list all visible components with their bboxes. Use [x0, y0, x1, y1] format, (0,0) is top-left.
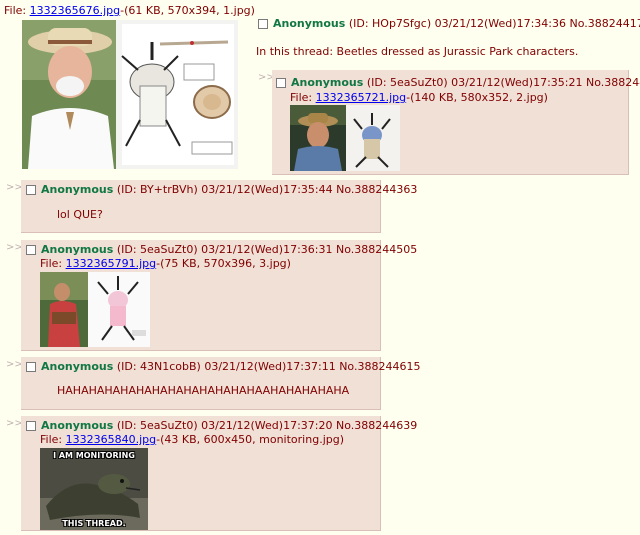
reply-file-link[interactable]: 1332365791.jpg — [66, 257, 157, 270]
op-post-header: Anonymous (ID: HOp7Sfgc) 03/21/12(Wed)17… — [258, 17, 640, 30]
reply-post-meta: (ID: BY+trBVh) 03/21/12(Wed)17:35:44 No.… — [116, 183, 418, 196]
reply-select-checkbox[interactable] — [26, 185, 36, 195]
op-file-prefix: File: — [4, 4, 27, 17]
reply-header: Anonymous (ID: 5eaSuZt0) 03/21/12(Wed)17… — [26, 243, 417, 256]
reply-header: Anonymous (ID: 43N1cobB) 03/21/12(Wed)17… — [26, 360, 420, 373]
reply-file-info: File: 1332365791.jpg-(75 KB, 570x396, 3.… — [40, 257, 291, 270]
reply-file-link[interactable]: 1332365840.jpg — [66, 433, 157, 446]
reply-select-checkbox[interactable] — [26, 245, 36, 255]
reply-poster-name: Anonymous — [41, 419, 114, 432]
reply-poster-name: Anonymous — [41, 360, 114, 373]
reply-thumbnail[interactable]: I AM MONITORING THIS THREAD. — [40, 448, 148, 530]
reply-thumbnail[interactable] — [290, 105, 400, 171]
reply-header: Anonymous (ID: 5eaSuZt0) 03/21/12(Wed)17… — [276, 76, 640, 89]
reply-post-meta: (ID: 43N1cobB) 03/21/12(Wed)17:37:11 No.… — [116, 360, 421, 373]
reply-comment: HAHAHAHAHAHAHAHAHAHAHAHAHAAHAHAHAHAHA — [57, 384, 350, 397]
reply-post-meta: (ID: 5eaSuZt0) 03/21/12(Wed)17:36:31 No.… — [116, 243, 418, 256]
reply-file-info: File: 1332365840.jpg-(43 KB, 600x450, mo… — [40, 433, 344, 446]
reply-thumbnail[interactable] — [40, 272, 150, 347]
op-file-link[interactable]: 1332365676.jpg — [30, 4, 121, 17]
reply-file-link[interactable]: 1332365721.jpg — [316, 91, 407, 104]
reply-poster-name: Anonymous — [291, 76, 364, 89]
reply-select-checkbox[interactable] — [276, 78, 286, 88]
reply-comment: lol QUE? — [57, 208, 103, 221]
reply-file-meta: -(140 KB, 580x352, 2.jpg) — [406, 91, 548, 104]
reply-header: Anonymous (ID: 5eaSuZt0) 03/21/12(Wed)17… — [26, 419, 417, 432]
reply-file-info: File: 1332365721.jpg-(140 KB, 580x352, 2… — [290, 91, 548, 104]
reply-file-prefix: File: — [40, 257, 63, 270]
reply-file-prefix: File: — [290, 91, 313, 104]
reply-poster-name: Anonymous — [41, 243, 114, 256]
reply-select-checkbox[interactable] — [26, 362, 36, 372]
reply-poster-name: Anonymous — [41, 183, 114, 196]
op-thumbnail-image — [22, 20, 238, 169]
reply-file-meta: -(75 KB, 570x396, 3.jpg) — [156, 257, 291, 270]
reply-post-meta: (ID: 5eaSuZt0) 03/21/12(Wed)17:35:21 No.… — [366, 76, 640, 89]
op-select-checkbox[interactable] — [258, 19, 268, 29]
op-thumbnail[interactable] — [22, 20, 238, 169]
reply-select-checkbox[interactable] — [26, 421, 36, 431]
reply-thumbnail-image — [40, 272, 150, 347]
reply-thumbnail-image — [40, 448, 148, 530]
reply-header: Anonymous (ID: BY+trBVh) 03/21/12(Wed)17… — [26, 183, 417, 196]
reply-image-top-caption: I AM MONITORING — [53, 451, 135, 460]
op-post-meta: (ID: HOp7Sfgc) 03/21/12(Wed)17:34:36 No.… — [348, 17, 640, 30]
reply-post-meta: (ID: 5eaSuZt0) 03/21/12(Wed)17:37:20 No.… — [116, 419, 418, 432]
op-comment: In this thread: Beetles dressed as Juras… — [256, 45, 579, 58]
op-poster-name: Anonymous — [273, 17, 346, 30]
reply-file-meta: -(43 KB, 600x450, monitoring.jpg) — [156, 433, 344, 446]
op-file-meta: -(61 KB, 570x394, 1.jpg) — [120, 4, 255, 17]
reply-file-prefix: File: — [40, 433, 63, 446]
reply-image-bottom-caption: THIS THREAD. — [62, 519, 126, 528]
reply-thumbnail-image — [290, 105, 400, 171]
op-file-info: File: 1332365676.jpg-(61 KB, 570x394, 1.… — [4, 4, 255, 17]
